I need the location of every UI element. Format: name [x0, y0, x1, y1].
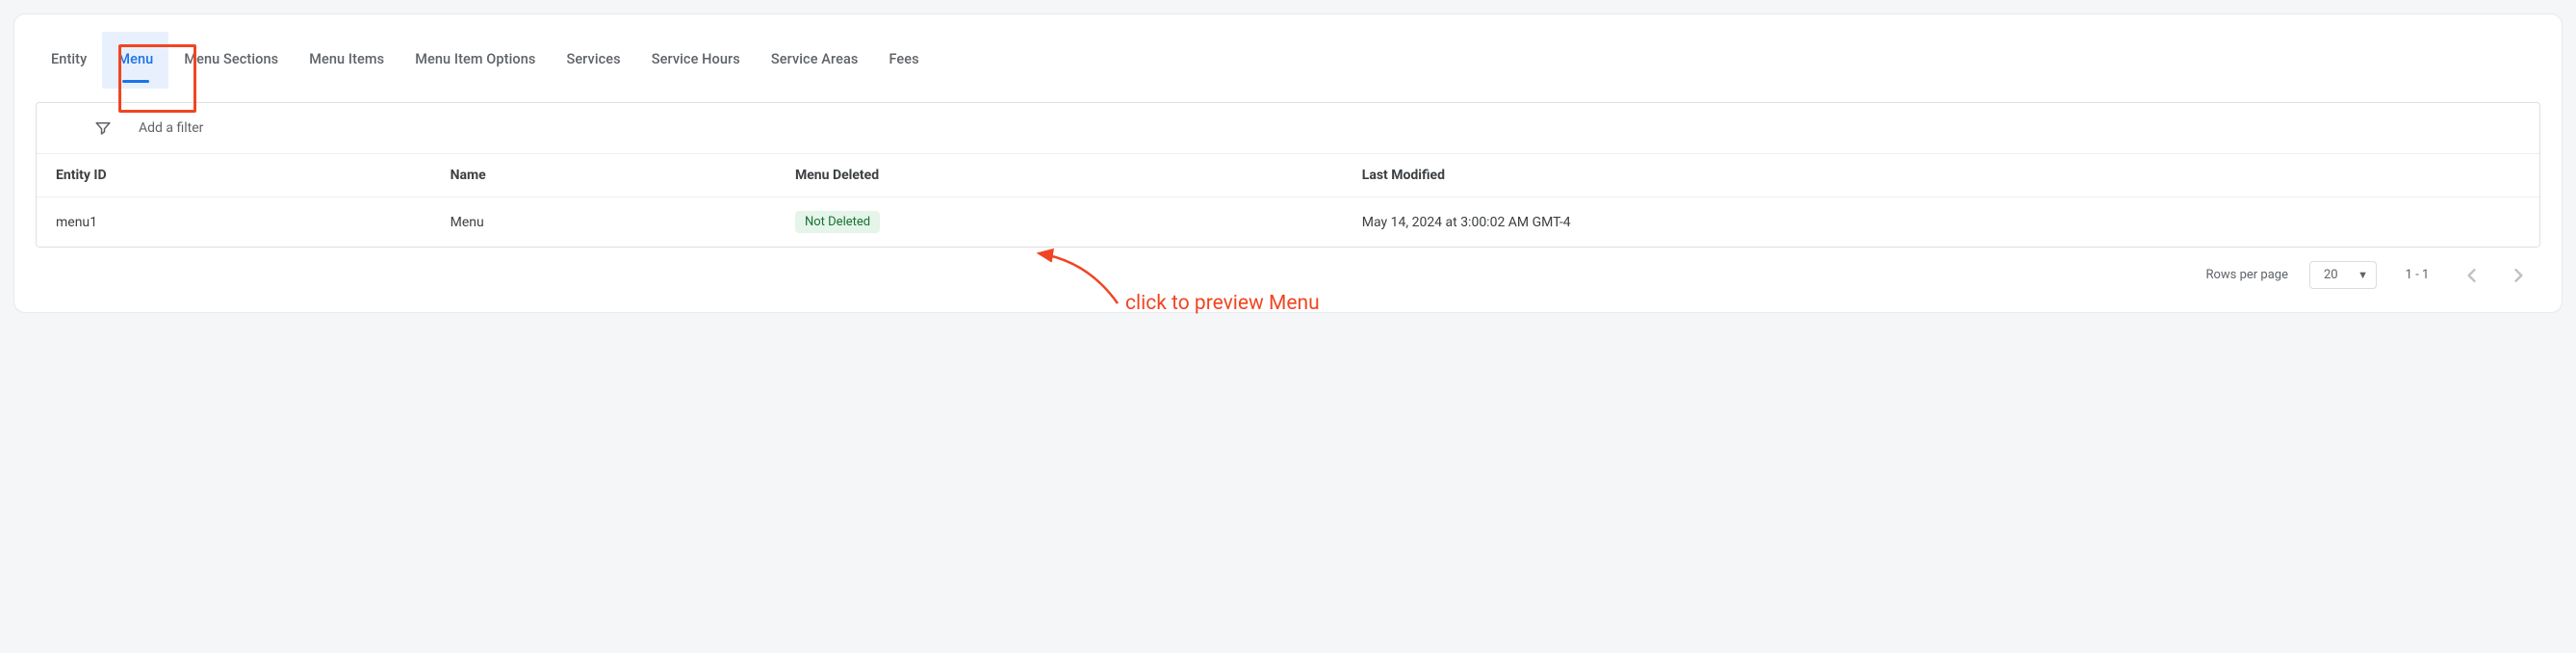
cell-last-modified: May 14, 2024 at 3:00:02 AM GMT-4 [1362, 215, 2520, 230]
caret-down-icon: ▼ [2357, 269, 2368, 281]
col-header-name[interactable]: Name [451, 168, 795, 183]
tab-fees[interactable]: Fees [873, 32, 934, 89]
col-header-last-modified[interactable]: Last Modified [1362, 168, 2520, 183]
tab-menu-item-options[interactable]: Menu Item Options [399, 32, 551, 89]
annotation-text: click to preview Menu [1125, 292, 1320, 315]
filter-placeholder: Add a filter [139, 120, 203, 136]
cell-name: Menu [451, 215, 795, 230]
col-header-menu-deleted[interactable]: Menu Deleted [795, 168, 1362, 183]
chevron-left-icon [2466, 269, 2476, 282]
tab-entity[interactable]: Entity [36, 32, 102, 89]
prev-page-button[interactable] [2458, 262, 2485, 289]
rows-per-page-label: Rows per page [2205, 268, 2288, 282]
tab-service-hours[interactable]: Service Hours [636, 32, 756, 89]
tabs-bar: EntityMenuMenu SectionsMenu ItemsMenu It… [36, 32, 2540, 89]
chevron-right-icon [2514, 269, 2524, 282]
cell-entity-id: menu1 [56, 215, 451, 230]
page-range: 1 - 1 [2398, 268, 2436, 282]
table-header-row: Entity ID Name Menu Deleted Last Modifie… [37, 154, 2539, 197]
tab-services[interactable]: Services [551, 32, 635, 89]
content-card: EntityMenuMenu SectionsMenu ItemsMenu It… [13, 13, 2563, 313]
pagination-bar: Rows per page 20 ▼ 1 - 1 [36, 248, 2540, 289]
cell-menu-deleted: Not Deleted [795, 211, 1362, 233]
tab-menu-items[interactable]: Menu Items [294, 32, 399, 89]
tab-service-areas[interactable]: Service Areas [756, 32, 874, 89]
filter-icon [94, 119, 112, 137]
status-badge: Not Deleted [795, 211, 880, 233]
data-table: Add a filter Entity ID Name Menu Deleted… [36, 102, 2540, 248]
tab-menu[interactable]: Menu [102, 32, 168, 89]
rows-per-page-select[interactable]: 20 ▼ [2309, 261, 2377, 289]
tab-menu-sections[interactable]: Menu Sections [168, 32, 294, 89]
filter-bar[interactable]: Add a filter [37, 103, 2539, 154]
next-page-button[interactable] [2506, 262, 2533, 289]
table-row[interactable]: menu1MenuNot Deleted May 14, 2024 at 3:00… [37, 197, 2539, 247]
col-header-entity-id[interactable]: Entity ID [56, 168, 451, 183]
rows-per-page-value: 20 [2324, 268, 2338, 282]
